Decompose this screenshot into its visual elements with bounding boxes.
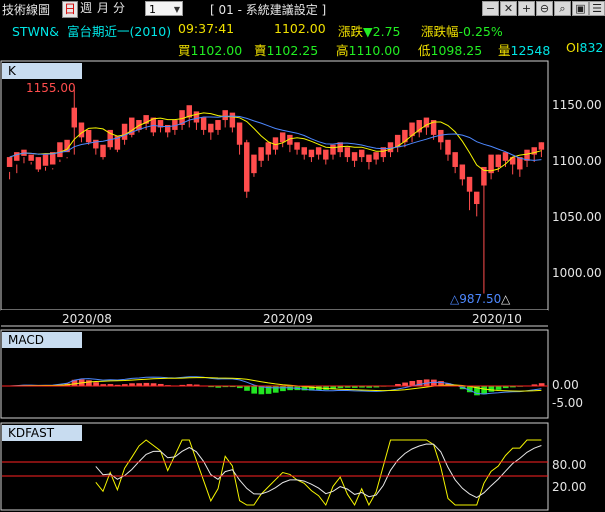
macd-bar xyxy=(251,386,258,394)
macd-bar xyxy=(244,386,250,391)
candle-body xyxy=(71,107,78,128)
candle-body xyxy=(208,123,214,133)
candle-body xyxy=(265,142,272,155)
candle-body xyxy=(459,164,466,180)
candle-body xyxy=(359,149,365,158)
kd-k-line xyxy=(95,439,542,507)
candle-body xyxy=(236,122,243,145)
candle-body xyxy=(502,152,509,161)
price-tick: 1100.00 xyxy=(552,154,602,168)
kd-tick: 20.00 xyxy=(552,480,587,494)
candle-body xyxy=(351,152,358,161)
chart-canvas[interactable] xyxy=(0,0,605,512)
k-panel-frame xyxy=(0,60,549,311)
candles-group xyxy=(6,86,545,294)
macd-bar xyxy=(495,386,502,390)
candle-body xyxy=(229,112,236,128)
candle-body xyxy=(294,142,300,150)
triangle-icon: △ xyxy=(501,292,511,306)
candle-body xyxy=(402,129,408,143)
macd-bar xyxy=(488,386,495,392)
candle-body xyxy=(473,191,480,205)
kd-panel-frame xyxy=(0,422,549,511)
kd-panel-label: KDFAST xyxy=(2,425,82,441)
macd-panel-label: MACD xyxy=(2,332,82,348)
macd-tick: 0.00 xyxy=(552,378,579,392)
candle-body xyxy=(193,111,200,123)
candle-body xyxy=(100,144,106,158)
candle-body xyxy=(308,149,315,158)
candle-body xyxy=(344,147,351,158)
date-tick: 2020/10 xyxy=(472,312,522,326)
candle-body xyxy=(452,152,458,167)
candle-body xyxy=(93,139,99,149)
macd-bar xyxy=(93,382,99,386)
macd-panel-frame xyxy=(0,329,549,419)
kd-tick: 80.00 xyxy=(552,458,587,472)
price-tick: 1000.00 xyxy=(552,266,602,280)
macd-bar xyxy=(272,386,279,393)
candle-body xyxy=(330,144,336,155)
date-tick: 2020/09 xyxy=(263,312,313,326)
candle-body xyxy=(387,142,394,153)
candle-body xyxy=(42,154,49,166)
macd-tick: -5.00 xyxy=(552,396,584,410)
candle-body xyxy=(531,147,537,155)
candle-body xyxy=(279,132,286,143)
high-annotation: 1155.00 xyxy=(26,81,76,95)
candle-body xyxy=(251,154,257,174)
candle-body xyxy=(57,142,63,158)
candle-body xyxy=(509,157,516,165)
candle-body xyxy=(495,154,502,167)
kd-d-line xyxy=(95,443,542,499)
candle-body xyxy=(366,154,372,163)
candle-body xyxy=(481,166,487,186)
candle-body xyxy=(445,139,451,155)
candle-body xyxy=(200,117,207,130)
candle-body xyxy=(35,157,42,170)
candle-body xyxy=(538,142,545,150)
candle-body xyxy=(14,152,20,161)
candle-body xyxy=(28,154,34,161)
date-tick: 2020/08 xyxy=(62,312,112,326)
candle-body xyxy=(85,129,92,143)
candle-body xyxy=(222,110,228,121)
low-annotation: △987.50 xyxy=(450,292,502,306)
candle-body xyxy=(301,147,307,155)
candle-body xyxy=(258,147,264,161)
candle-body xyxy=(416,120,422,133)
candle-body xyxy=(373,152,379,160)
macd-bar xyxy=(402,382,408,386)
macd-bar xyxy=(481,386,488,395)
candle-body xyxy=(315,147,322,155)
price-tick: 1050.00 xyxy=(552,210,602,224)
candle-body xyxy=(466,176,473,192)
candle-body xyxy=(244,142,250,192)
candle-body xyxy=(438,129,444,143)
kd-group xyxy=(95,439,542,507)
candle-body xyxy=(323,149,329,160)
k-panel-label: K xyxy=(2,63,82,79)
candle-body xyxy=(6,157,13,167)
macd-bar xyxy=(86,380,92,386)
macd-bar xyxy=(280,386,286,392)
price-tick: 1150.00 xyxy=(552,98,602,112)
candle-body xyxy=(121,123,128,140)
candle-body xyxy=(215,120,221,130)
